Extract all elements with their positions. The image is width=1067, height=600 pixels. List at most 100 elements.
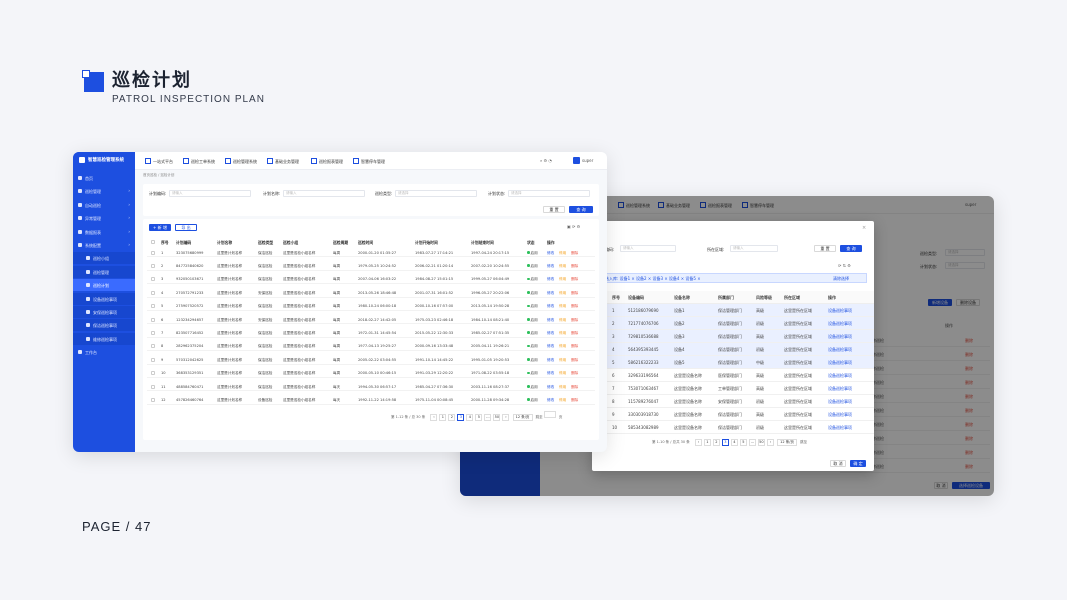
delete-link[interactable]: 删除 — [571, 331, 578, 336]
disable-link[interactable]: 停用 — [559, 304, 566, 309]
disable-link[interactable]: 停用 — [559, 264, 566, 269]
page-button[interactable]: 2 — [448, 414, 456, 421]
device-code-input[interactable]: 请输入 — [620, 245, 676, 252]
modal-ok-button[interactable]: 确 定 — [850, 460, 866, 467]
page-button[interactable]: 2 — [712, 439, 720, 446]
row-checkbox[interactable] — [151, 290, 155, 295]
close-icon[interactable]: × — [862, 225, 866, 231]
edit-link[interactable]: 修改 — [547, 264, 554, 269]
delete-link[interactable]: 删除 — [571, 398, 578, 403]
prev-page-button[interactable]: ‹ — [694, 439, 702, 446]
next-page-button[interactable]: › — [502, 414, 510, 421]
table-row[interactable]: 10 368353129351 这里是计划名称 保洁巡检 这里是巡检小组名称 每周 2000… — [147, 369, 595, 378]
plan-type-select[interactable]: 请选择 — [395, 190, 477, 197]
delete-link[interactable]: 删除 — [571, 371, 578, 376]
tab[interactable]: 巡检管理系统 — [225, 158, 257, 165]
avatar[interactable] — [573, 157, 580, 164]
sidebar-item[interactable]: 工作台 — [73, 346, 135, 358]
plan-name-input[interactable]: 请输入 — [283, 190, 365, 197]
modal-table-row[interactable]: 1 512186079690 设备1 保洁管理部门 高级 这里是所在区域 设备巡检事项 — [592, 304, 874, 317]
row-checkbox[interactable] — [151, 357, 155, 362]
table-cell[interactable]: 设备巡检事项 — [828, 321, 852, 327]
edit-link[interactable]: 修改 — [547, 344, 554, 349]
edit-link[interactable]: 修改 — [547, 358, 554, 363]
plan-status-select[interactable]: 请选择 — [508, 190, 590, 197]
modal-table-row[interactable]: 10 585343082989 这里是设备名称 保洁管理部门 初级 这里是所在区域 设备巡检… — [592, 421, 874, 434]
area-input[interactable]: 请输入 — [730, 245, 778, 252]
table-cell[interactable]: 设备巡检事项 — [828, 360, 852, 366]
export-button[interactable]: 导 出 — [175, 224, 197, 231]
tab[interactable]: 巡检工单系统 — [183, 158, 215, 165]
row-checkbox[interactable] — [151, 250, 155, 255]
user-name[interactable]: super — [582, 158, 593, 163]
modal-table-row[interactable]: 9 330303918730 这里是设备名称 保洁管理部门 高级 这里是所在区域 设备巡检事… — [592, 408, 874, 421]
table-cell[interactable]: 设备巡检事项 — [828, 334, 852, 340]
plan-code-input[interactable]: 请输入 — [169, 190, 251, 197]
modal-table-row[interactable]: 8 115789276047 这里是设备名称 安保管理部门 初级 这里是所在区域 设备巡检事… — [592, 395, 874, 408]
reset-button[interactable]: 重 置 — [814, 245, 836, 252]
sidebar-item[interactable]: 异常管理 › — [73, 212, 135, 224]
jump-input[interactable] — [543, 411, 556, 418]
modal-table-row[interactable]: 7 753071063467 这里是设备名称 工单管理部门 高级 这里是所在区域 设备巡检事… — [592, 382, 874, 395]
page-button[interactable]: 50 — [757, 439, 765, 446]
row-checkbox[interactable] — [151, 277, 155, 282]
disable-link[interactable]: 停用 — [559, 318, 566, 323]
page-button[interactable]: ... — [484, 414, 492, 421]
modal-table-row[interactable]: 3 729810536688 设备3 保洁管理部门 高级 这里是所在区域 设备巡检事项 — [592, 330, 874, 343]
edit-link[interactable]: 修改 — [547, 251, 554, 256]
select-all-checkbox[interactable] — [151, 240, 155, 244]
delete-link[interactable]: 删除 — [571, 344, 578, 349]
page-button[interactable]: 3 — [721, 439, 729, 446]
page-size-select[interactable]: 12 条/页 — [777, 439, 798, 446]
tab[interactable]: 基础业务管理 — [267, 158, 299, 165]
page-button[interactable]: 50 — [493, 414, 501, 421]
delete-link[interactable]: 删除 — [571, 291, 578, 296]
table-row[interactable]: 2 847725840620 这里是计划名称 保洁巡检 这里是巡检小组名称 每周 1979-… — [147, 261, 595, 271]
modal-table-row[interactable]: 2 721774076706 设备2 保洁管理部门 初级 这里是所在区域 设备巡检事项 — [592, 317, 874, 330]
table-row[interactable]: 8 282962375204 这里是计划名称 保洁巡检 这里是巡检小组名称 每周 1977-… — [147, 342, 595, 352]
sidebar-item[interactable]: 数据报表 › — [73, 226, 135, 238]
table-cell[interactable]: 设备巡检事项 — [828, 373, 852, 379]
sidebar-item[interactable]: 巡检计划 — [73, 279, 135, 292]
table-cell[interactable]: 设备巡检事项 — [828, 347, 852, 353]
row-checkbox[interactable] — [151, 304, 155, 309]
disable-link[interactable]: 停用 — [559, 385, 566, 390]
add-plan-button[interactable]: + 新 增 — [149, 224, 171, 231]
delete-link[interactable]: 删除 — [571, 251, 578, 256]
table-row[interactable]: 3 932050103671 这里是计划名称 保洁巡检 这里是巡检小组名称 每周 2007-… — [147, 275, 595, 285]
table-row[interactable]: 6 123234294657 这里是计划名称 安保巡检 这里是巡检小组名称 每周 2018-… — [147, 315, 595, 325]
table-row[interactable]: 5 275907520572 这里是计划名称 保洁巡检 这里是巡检小组名称 每周 1980-… — [147, 302, 595, 311]
page-button[interactable]: 3 — [457, 414, 465, 421]
edit-link[interactable]: 修改 — [547, 398, 554, 403]
selected-items[interactable]: 已选入库: 设备1 × 设备2 × 设备3 × 设备4 × 设备5 × — [601, 276, 701, 282]
modal-table-row[interactable]: 4 564395393445 设备4 保洁管理部门 初级 这里是所在区域 设备巡检事项 — [592, 343, 874, 356]
row-checkbox[interactable] — [151, 384, 155, 389]
disable-link[interactable]: 停用 — [559, 358, 566, 363]
edit-link[interactable]: 修改 — [547, 277, 554, 282]
table-row[interactable]: 9 570312042625 这里是计划名称 保洁巡检 这里是巡检小组名称 每周 2005-… — [147, 355, 595, 365]
page-size-select[interactable]: 12 条/页 — [512, 414, 533, 421]
disable-link[interactable]: 停用 — [559, 371, 566, 376]
edit-link[interactable]: 修改 — [547, 318, 554, 323]
tab[interactable]: 一站式平台 — [145, 158, 173, 165]
delete-link[interactable]: 删除 — [571, 304, 578, 309]
disable-link[interactable]: 停用 — [559, 277, 566, 282]
table-tools-icon[interactable]: ▣ ⟳ ⚙ — [567, 224, 580, 229]
sidebar-item[interactable]: 设备巡检事项 — [73, 292, 135, 305]
disable-link[interactable]: 停用 — [559, 251, 566, 256]
edit-link[interactable]: 修改 — [547, 291, 554, 296]
page-button[interactable]: 4 — [730, 439, 738, 446]
sidebar-item[interactable]: 首页 — [73, 172, 135, 184]
page-button[interactable]: 5 — [739, 439, 747, 446]
row-checkbox[interactable] — [151, 330, 155, 335]
sidebar-item[interactable]: 安保巡检事项 — [73, 306, 135, 318]
delete-link[interactable]: 删除 — [571, 277, 578, 282]
edit-link[interactable]: 修改 — [547, 385, 554, 390]
tab[interactable]: 智慧停车管理 — [353, 158, 385, 165]
clear-selection-link[interactable]: 清除选择 — [833, 276, 849, 282]
page-button[interactable]: 1 — [703, 439, 711, 446]
disable-link[interactable]: 停用 — [559, 398, 566, 403]
toolbar-icons[interactable]: ⟳ ⇅ ⚙ — [838, 263, 851, 268]
sidebar-item[interactable]: 维修巡检事项 — [73, 332, 135, 345]
modal-table-row[interactable]: 5 586216322233 设备5 保洁管理部门 中级 这里是所在区域 设备巡检事项 — [592, 356, 874, 369]
